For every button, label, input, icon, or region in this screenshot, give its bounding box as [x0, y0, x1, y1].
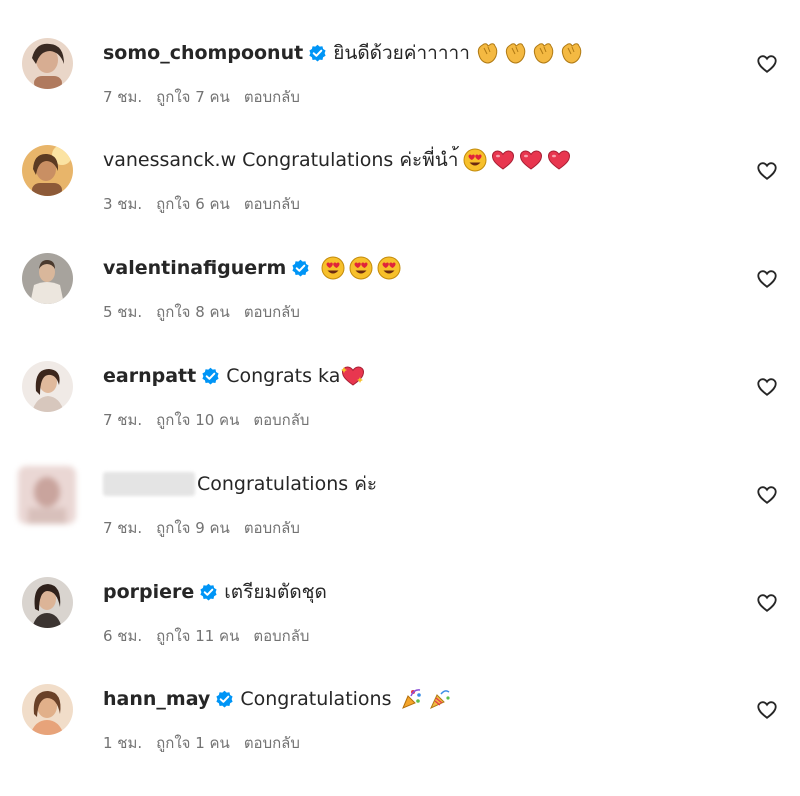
party-popper-emoji-icon	[430, 690, 451, 710]
avatar[interactable]	[22, 253, 73, 304]
sparkling-heart-emoji-icon	[341, 366, 365, 386]
party-popper-emoji-icon	[402, 689, 422, 709]
comment-line: valentinafiguerm	[103, 253, 402, 283]
reply-button[interactable]: ตอบกลับ	[244, 192, 300, 216]
comment-meta: 7 ชม. ถูกใจ 7 คน ตอบกลับ	[103, 85, 300, 109]
emoji-group	[340, 363, 366, 389]
heart-eyes-emoji-icon	[463, 148, 487, 172]
clap-emoji-icon	[533, 43, 554, 64]
like-heart-icon[interactable]	[756, 484, 778, 506]
username[interactable]: earnpatt	[103, 365, 196, 387]
verified-badge-icon	[200, 583, 217, 600]
comment-text: Congrats ka	[226, 365, 341, 387]
comment-line: Congratulations ค่ะ	[103, 469, 377, 499]
comment-line: earnpatt Congrats ka	[103, 361, 366, 391]
like-count[interactable]: ถูกใจ 8 คน	[156, 300, 230, 324]
like-heart-icon[interactable]	[756, 592, 778, 614]
comment-meta: 7 ชม. ถูกใจ 9 คน ตอบกลับ	[103, 516, 300, 540]
like-heart-icon[interactable]	[756, 699, 778, 721]
clap-emoji-icon	[561, 43, 582, 64]
red-heart-emoji-icon	[520, 150, 543, 170]
comment-meta: 1 ชม. ถูกใจ 1 คน ตอบกลับ	[103, 731, 300, 755]
verified-badge-icon	[216, 690, 233, 707]
comment-time: 7 ชม.	[103, 88, 143, 106]
avatar[interactable]	[18, 466, 76, 524]
like-count[interactable]: ถูกใจ 10 คน	[156, 408, 239, 432]
username[interactable]: hann_may	[103, 688, 210, 710]
emoji-group	[474, 40, 584, 66]
emoji-group	[399, 686, 453, 712]
blurred-username	[103, 472, 195, 496]
clap-emoji-icon	[477, 43, 498, 64]
comment-item: hann_may Congratulations 1 ชม. ถูกใจ 1 ค…	[0, 684, 800, 792]
comment-meta: 6 ชม. ถูกใจ 11 คน ตอบกลับ	[103, 624, 309, 648]
comment-item: earnpatt Congrats ka 7 ชม. ถูกใจ 10 คน ต…	[0, 361, 800, 469]
comment-line: porpiere เตรียมตัดชุด	[103, 577, 327, 607]
reply-button[interactable]: ตอบกลับ	[253, 408, 309, 432]
reply-button[interactable]: ตอบกลับ	[244, 300, 300, 324]
like-heart-icon[interactable]	[756, 376, 778, 398]
comment-item: vanessanck.w Congratulations ค่ะพี่นำ้ 3…	[0, 145, 800, 253]
comment-time: 3 ชม.	[103, 195, 143, 213]
comment-list: somo_chompoonut ยินดีด้วยค่าาาาา 7 ชม. ถ…	[0, 0, 800, 796]
username[interactable]: vanessanck.w	[103, 149, 236, 171]
comment-time: 7 ชม.	[103, 411, 143, 429]
emoji-group	[320, 255, 402, 281]
comment-meta: 5 ชม. ถูกใจ 8 คน ตอบกลับ	[103, 300, 300, 324]
verified-badge-icon	[202, 367, 219, 384]
username[interactable]: somo_chompoonut	[103, 42, 303, 64]
like-count[interactable]: ถูกใจ 6 คน	[156, 192, 230, 216]
like-count[interactable]: ถูกใจ 1 คน	[156, 731, 230, 755]
like-count[interactable]: ถูกใจ 9 คน	[156, 516, 230, 540]
comment-time: 7 ชม.	[103, 519, 143, 537]
comment-item: porpiere เตรียมตัดชุด 6 ชม. ถูกใจ 11 คน …	[0, 577, 800, 685]
comment-time: 1 ชม.	[103, 734, 143, 752]
heart-eyes-emoji-icon	[349, 256, 373, 280]
comment-text: Congratulations ค่ะ	[197, 473, 378, 495]
reply-button[interactable]: ตอบกลับ	[244, 516, 300, 540]
comment-text: Congratulations ค่ะพี่นำ้	[242, 149, 459, 171]
emoji-group	[462, 147, 572, 173]
avatar[interactable]	[22, 577, 73, 628]
avatar[interactable]	[22, 145, 73, 196]
like-heart-icon[interactable]	[756, 53, 778, 75]
heart-eyes-emoji-icon	[321, 256, 345, 280]
comment-line: vanessanck.w Congratulations ค่ะพี่นำ้	[103, 145, 572, 175]
avatar[interactable]	[22, 38, 73, 89]
comment-line: hann_may Congratulations	[103, 684, 453, 714]
verified-badge-icon	[292, 259, 309, 276]
comment-text: Congratulations	[240, 688, 392, 710]
heart-eyes-emoji-icon	[377, 256, 401, 280]
comment-item: Congratulations ค่ะ 7 ชม. ถูกใจ 9 คน ตอบ…	[0, 466, 800, 577]
comment-meta: 3 ชม. ถูกใจ 6 คน ตอบกลับ	[103, 192, 300, 216]
red-heart-emoji-icon	[548, 150, 571, 170]
comment-time: 6 ชม.	[103, 627, 143, 645]
avatar[interactable]	[22, 361, 73, 412]
avatar[interactable]	[22, 684, 73, 735]
reply-button[interactable]: ตอบกลับ	[244, 731, 300, 755]
comment-time: 5 ชม.	[103, 303, 143, 321]
comment-text: ยินดีด้วยค่าาาาา	[333, 42, 470, 64]
username[interactable]: valentinafiguerm	[103, 257, 286, 279]
username[interactable]: porpiere	[103, 581, 194, 603]
like-heart-icon[interactable]	[756, 268, 778, 290]
comment-text: เตรียมตัดชุด	[224, 581, 327, 603]
clap-emoji-icon	[505, 43, 526, 64]
reply-button[interactable]: ตอบกลับ	[244, 85, 300, 109]
like-heart-icon[interactable]	[756, 160, 778, 182]
like-count[interactable]: ถูกใจ 7 คน	[156, 85, 230, 109]
reply-button[interactable]: ตอบกลับ	[253, 624, 309, 648]
comment-meta: 7 ชม. ถูกใจ 10 คน ตอบกลับ	[103, 408, 309, 432]
like-count[interactable]: ถูกใจ 11 คน	[156, 624, 239, 648]
verified-badge-icon	[309, 44, 326, 61]
comment-line: somo_chompoonut ยินดีด้วยค่าาาาา	[103, 38, 584, 68]
comment-item: valentinafiguerm 5 ชม. ถูกใจ 8 คน ตอบกลั…	[0, 253, 800, 361]
comment-item: somo_chompoonut ยินดีด้วยค่าาาาา 7 ชม. ถ…	[0, 38, 800, 146]
red-heart-emoji-icon	[492, 150, 515, 170]
